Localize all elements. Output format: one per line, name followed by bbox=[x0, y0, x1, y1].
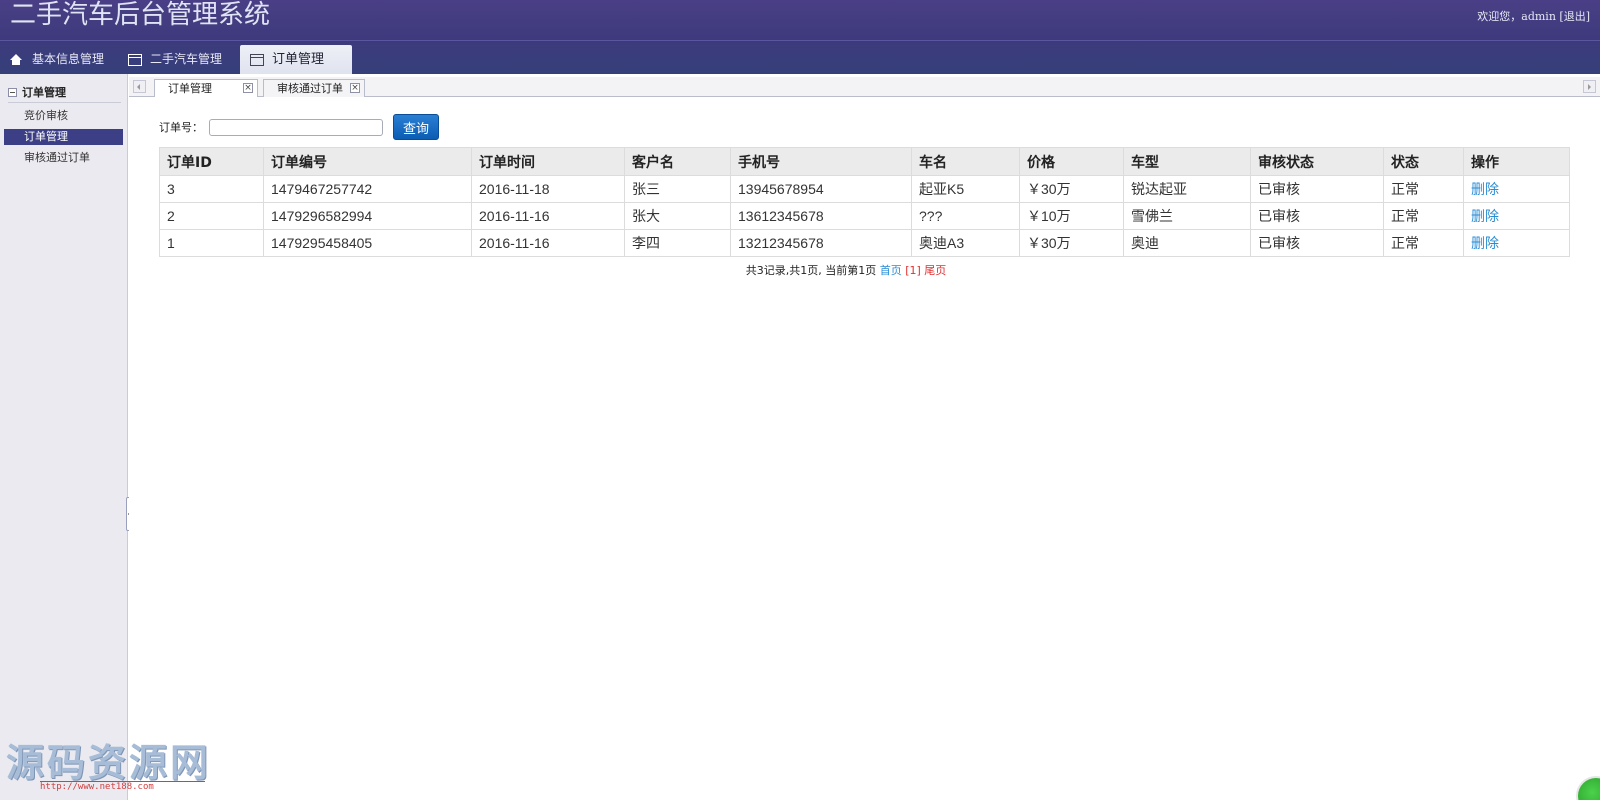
cell-status: 正常 bbox=[1383, 175, 1464, 203]
col-customer: 客户名 bbox=[624, 147, 731, 176]
sidebar-heading[interactable]: 订单管理 bbox=[0, 74, 127, 100]
watermark-url: http://www.net188.com bbox=[40, 781, 205, 792]
user-info: 欢迎您，admin [退出] bbox=[1477, 8, 1590, 24]
cell-car-name: ??? bbox=[911, 202, 1020, 230]
cell-customer: 张大 bbox=[624, 202, 731, 230]
query-button[interactable]: 查询 bbox=[393, 114, 439, 140]
app-title: 二手汽车后台管理系统 bbox=[10, 0, 271, 30]
table-row: 1 1479295458405 2016-11-16 李四 1321234567… bbox=[159, 229, 1570, 257]
cell-order-id: 1 bbox=[159, 229, 264, 257]
top-nav-label: 二手汽车管理 bbox=[150, 52, 223, 66]
window-icon bbox=[128, 53, 143, 66]
cell-car-model: 雪佛兰 bbox=[1123, 202, 1251, 230]
main-content: 订单号： 查询 订单ID 订单编号 订单时间 客户名 手机号 车名 价格 车型 … bbox=[129, 97, 1600, 800]
cell-customer: 张三 bbox=[624, 175, 731, 203]
col-order-number: 订单编号 bbox=[263, 147, 472, 176]
header: 二手汽车后台管理系统 欢迎您，admin [退出] 基本信息管理 二手汽车管理 … bbox=[0, 0, 1600, 74]
cell-order-number: 1479295458405 bbox=[263, 229, 472, 257]
current-page-indicator: [1] bbox=[905, 264, 921, 277]
table-row: 3 1479467257742 2016-11-18 张三 1394567895… bbox=[159, 175, 1570, 203]
last-page-link[interactable]: 尾页 bbox=[924, 264, 946, 277]
col-car-model: 车型 bbox=[1123, 147, 1251, 176]
close-icon[interactable]: × bbox=[243, 83, 253, 93]
order-number-label: 订单号： bbox=[159, 121, 203, 134]
tab-order-management[interactable]: 订单管理 × bbox=[154, 79, 258, 98]
tab-scroll-left-icon[interactable] bbox=[133, 80, 146, 93]
sidebar-item-approved-orders[interactable]: 审核通过订单 bbox=[4, 150, 123, 166]
header-divider bbox=[0, 40, 1600, 41]
cell-order-id: 2 bbox=[159, 202, 264, 230]
tab-label: 审核通过订单 bbox=[277, 82, 343, 95]
cell-car-model: 锐达起亚 bbox=[1123, 175, 1251, 203]
cell-actions: 删除 bbox=[1463, 175, 1570, 203]
cell-status: 正常 bbox=[1383, 229, 1464, 257]
home-icon bbox=[10, 53, 24, 66]
col-review-status: 审核状态 bbox=[1250, 147, 1384, 176]
col-car-name: 车名 bbox=[911, 147, 1020, 176]
sidebar-item-bid-review[interactable]: 竞价审核 bbox=[4, 108, 123, 124]
cell-order-number: 1479296582994 bbox=[263, 202, 472, 230]
cell-status: 正常 bbox=[1383, 202, 1464, 230]
pagination: 共3记录,共1页, 当前第1页 首页 [1] 尾页 bbox=[129, 262, 1563, 278]
cell-price: ￥30万 bbox=[1019, 229, 1124, 257]
col-status: 状态 bbox=[1383, 147, 1464, 176]
cell-order-id: 3 bbox=[159, 175, 264, 203]
delete-link[interactable]: 删除 bbox=[1471, 208, 1499, 224]
top-nav-basic-info[interactable]: 基本信息管理 bbox=[0, 45, 118, 74]
table-header-row: 订单ID 订单编号 订单时间 客户名 手机号 车名 价格 车型 审核状态 状态 … bbox=[159, 147, 1570, 176]
cell-actions: 删除 bbox=[1463, 229, 1570, 257]
sidebar: 订单管理 竞价审核 订单管理 审核通过订单 bbox=[0, 74, 128, 800]
cell-review-status: 已审核 bbox=[1250, 202, 1384, 230]
delete-link[interactable]: 删除 bbox=[1471, 181, 1499, 197]
tab-strip: 订单管理 × 审核通过订单 × bbox=[129, 77, 1600, 98]
welcome-text: 欢迎您，admin bbox=[1477, 10, 1556, 23]
col-actions: 操作 bbox=[1463, 147, 1570, 176]
tab-label: 订单管理 bbox=[168, 82, 212, 95]
top-nav-orders[interactable]: 订单管理 bbox=[240, 45, 353, 74]
cell-customer: 李四 bbox=[624, 229, 731, 257]
cell-review-status: 已审核 bbox=[1250, 229, 1384, 257]
cell-phone: 13612345678 bbox=[730, 202, 912, 230]
sidebar-heading-label: 订单管理 bbox=[22, 86, 66, 99]
sidebar-divider bbox=[8, 102, 121, 103]
cell-phone: 13945678954 bbox=[730, 175, 912, 203]
top-nav: 基本信息管理 二手汽车管理 订单管理 bbox=[0, 45, 353, 74]
order-number-input[interactable] bbox=[209, 118, 383, 136]
col-order-time: 订单时间 bbox=[471, 147, 625, 176]
top-nav-used-car[interactable]: 二手汽车管理 bbox=[118, 45, 236, 74]
tab-scroll-right-icon[interactable] bbox=[1583, 80, 1596, 93]
orders-table: 订单ID 订单编号 订单时间 客户名 手机号 车名 价格 车型 审核状态 状态 … bbox=[159, 147, 1570, 257]
table-row: 2 1479296582994 2016-11-16 张大 1361234567… bbox=[159, 202, 1570, 230]
col-price: 价格 bbox=[1019, 147, 1124, 176]
logout-link[interactable]: [退出] bbox=[1559, 10, 1590, 23]
cell-actions: 删除 bbox=[1463, 202, 1570, 230]
cell-order-time: 2016-11-18 bbox=[471, 175, 625, 203]
cell-car-model: 奥迪 bbox=[1123, 229, 1251, 257]
cell-review-status: 已审核 bbox=[1250, 175, 1384, 203]
close-icon[interactable]: × bbox=[350, 83, 360, 93]
cell-order-time: 2016-11-16 bbox=[471, 229, 625, 257]
top-nav-label: 基本信息管理 bbox=[32, 52, 105, 66]
cell-price: ￥10万 bbox=[1019, 202, 1124, 230]
top-nav-label: 订单管理 bbox=[272, 52, 325, 67]
cell-price: ￥30万 bbox=[1019, 175, 1124, 203]
cell-phone: 13212345678 bbox=[730, 229, 912, 257]
cell-order-time: 2016-11-16 bbox=[471, 202, 625, 230]
cell-order-number: 1479467257742 bbox=[263, 175, 472, 203]
tab-approved-orders[interactable]: 审核通过订单 × bbox=[263, 79, 365, 97]
pagination-summary: 共3记录,共1页, 当前第1页 bbox=[745, 264, 877, 277]
cell-car-name: 起亚K5 bbox=[911, 175, 1020, 203]
col-order-id: 订单ID bbox=[159, 147, 264, 176]
collapse-minus-icon[interactable] bbox=[8, 87, 17, 97]
col-phone: 手机号 bbox=[730, 147, 912, 176]
search-row: 订单号： 查询 bbox=[159, 114, 439, 140]
first-page-link[interactable]: 首页 bbox=[880, 264, 902, 277]
delete-link[interactable]: 删除 bbox=[1471, 235, 1499, 251]
sidebar-item-order-management[interactable]: 订单管理 bbox=[4, 129, 123, 145]
watermark-text: 源码资源网 bbox=[6, 741, 212, 785]
window-icon bbox=[250, 53, 265, 66]
cell-car-name: 奥迪A3 bbox=[911, 229, 1020, 257]
